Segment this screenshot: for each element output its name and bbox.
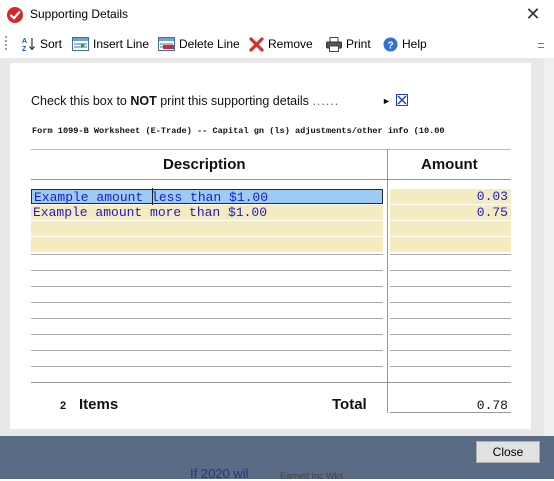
header-rule <box>31 179 511 180</box>
description-cell[interactable]: Example amount less than $1.00 <box>31 189 383 205</box>
description-cell[interactable] <box>31 237 383 252</box>
delete-line-icon <box>158 37 175 51</box>
table-bottom-rule <box>31 382 511 383</box>
empty-row-line[interactable] <box>31 254 383 255</box>
empty-row-line[interactable] <box>390 286 511 287</box>
printer-icon <box>326 36 342 52</box>
toolbar-grip[interactable] <box>5 36 7 52</box>
help-icon: ? <box>383 37 398 51</box>
sort-label: Sort <box>40 37 63 51</box>
sort-az-icon: A Z <box>22 38 35 52</box>
empty-row-line[interactable] <box>31 286 383 287</box>
amount-cell[interactable] <box>390 221 511 236</box>
empty-row-line[interactable] <box>31 334 383 335</box>
insert-line-label: Insert Line <box>93 37 150 51</box>
toolbar: A Z Sort Insert Line Delete Line Remove <box>0 30 554 58</box>
no-print-text-bold: NOT <box>130 94 157 108</box>
description-cell[interactable] <box>31 221 383 236</box>
empty-row-line[interactable] <box>390 270 511 271</box>
window-close-button[interactable]: ✕ <box>522 3 544 25</box>
checkbox-x-icon <box>397 95 407 105</box>
no-print-instruction: Check this box to NOT print this support… <box>31 94 339 108</box>
leader-dots: ...... <box>312 94 340 108</box>
no-print-text-before: Check this box to <box>31 94 131 108</box>
insert-line-button[interactable]: Insert Line <box>72 35 149 53</box>
no-print-text-after: print this supporting details <box>156 94 309 108</box>
insert-line-icon <box>72 37 89 51</box>
empty-row-line[interactable] <box>31 270 383 271</box>
pointer-arrow-icon: ► <box>382 96 391 106</box>
empty-row-line[interactable] <box>31 302 383 303</box>
print-label: Print <box>346 37 371 51</box>
table-top-rule <box>31 149 511 150</box>
empty-row-line[interactable] <box>390 366 511 367</box>
window-title: Supporting Details <box>30 7 129 21</box>
svg-text:Z: Z <box>22 46 27 52</box>
total-value: 0.78 <box>476 398 508 413</box>
empty-row-line[interactable] <box>390 254 511 255</box>
background-text-small: Earned Inc Wks <box>280 471 344 481</box>
description-header: Description <box>163 156 246 173</box>
amount-cell[interactable] <box>390 237 511 252</box>
empty-row-line[interactable] <box>390 350 511 351</box>
empty-row-line[interactable] <box>31 366 383 367</box>
help-label: Help <box>402 37 427 51</box>
amount-header: Amount <box>421 156 478 173</box>
svg-text:?: ? <box>387 40 393 51</box>
remove-button[interactable]: Remove <box>249 35 313 53</box>
delete-line-label: Delete Line <box>179 37 240 51</box>
checkmark-app-icon <box>7 7 23 23</box>
description-cell[interactable]: Example amount more than $1.00 <box>31 205 383 220</box>
item-count: 2 <box>60 400 67 412</box>
title-bar: Supporting Details ✕ <box>0 0 554 30</box>
text-cursor <box>152 188 153 205</box>
sort-button[interactable]: A Z Sort <box>22 35 62 53</box>
items-label: Items <box>79 396 119 413</box>
close-button[interactable]: Close <box>476 441 540 463</box>
form-title: Form 1099-B Worksheet (E-Trade) -- Capit… <box>32 126 445 136</box>
empty-row-line[interactable] <box>31 350 383 351</box>
empty-row-line[interactable] <box>390 318 511 319</box>
svg-text:A: A <box>22 38 27 45</box>
help-button[interactable]: ? Help <box>383 35 427 53</box>
amount-cell[interactable]: 0.03 <box>390 189 511 204</box>
empty-row-line[interactable] <box>31 318 383 319</box>
remove-x-icon <box>249 36 264 52</box>
remove-label: Remove <box>268 37 313 51</box>
delete-line-button[interactable]: Delete Line <box>158 35 240 53</box>
amount-cell[interactable]: 0.75 <box>390 205 511 220</box>
toolbar-overflow-icon[interactable] <box>538 40 544 52</box>
total-underline <box>390 412 511 413</box>
print-button[interactable]: Print <box>326 35 371 53</box>
column-divider <box>387 149 388 413</box>
vertical-scrollbar[interactable] <box>544 58 554 436</box>
no-print-checkbox[interactable] <box>396 94 408 106</box>
empty-row-line[interactable] <box>390 334 511 335</box>
total-label: Total <box>332 396 367 413</box>
empty-row-line[interactable] <box>390 302 511 303</box>
